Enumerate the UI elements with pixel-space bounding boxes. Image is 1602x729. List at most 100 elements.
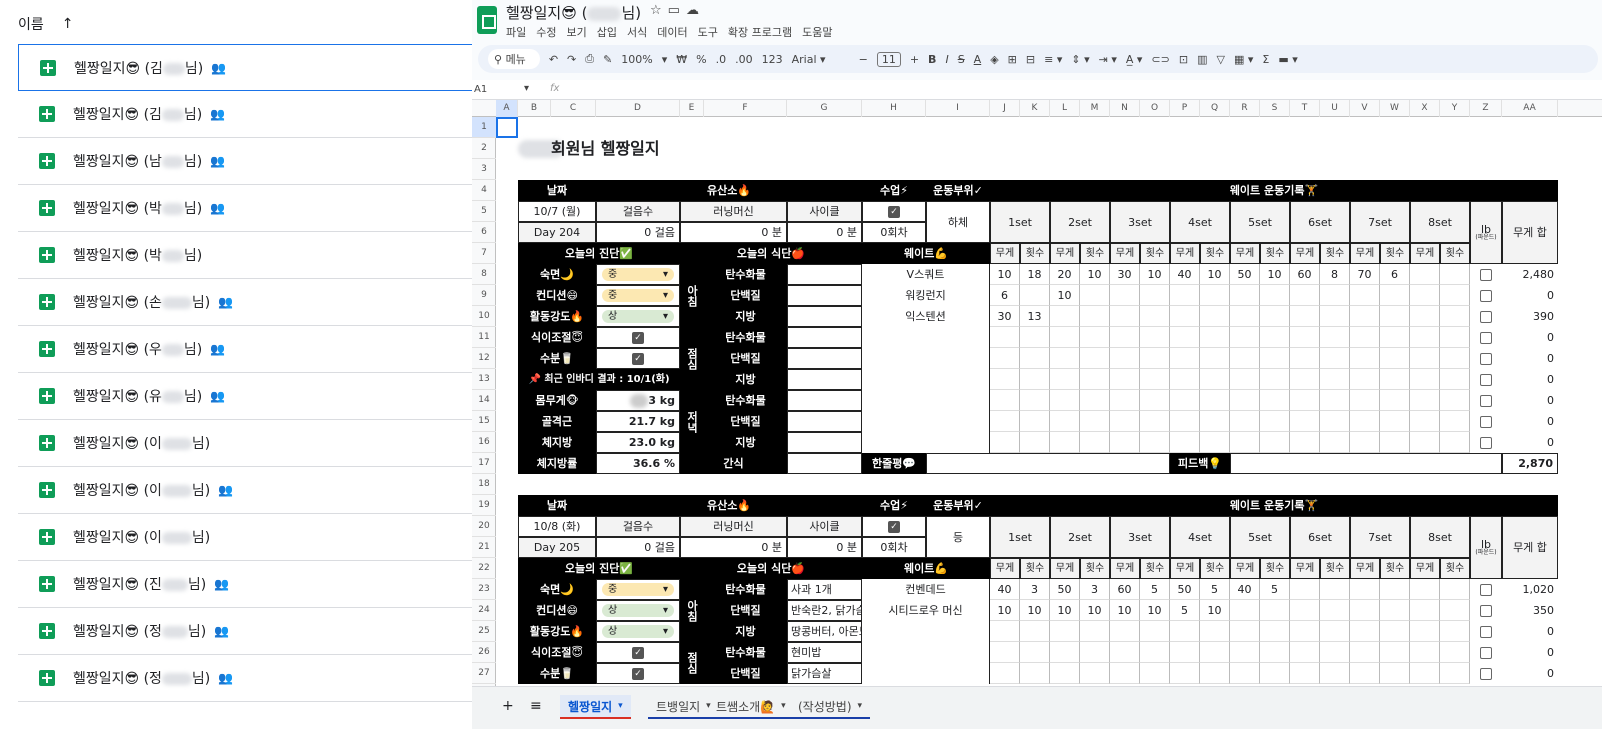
snack-label[interactable]: 간식 xyxy=(680,453,787,474)
column-header[interactable]: W xyxy=(1380,100,1410,117)
set-value[interactable] xyxy=(1290,621,1320,642)
set-value[interactable] xyxy=(1050,642,1080,663)
set-value[interactable] xyxy=(1320,432,1350,453)
reps-col-header[interactable]: 횟수 xyxy=(1320,558,1350,579)
part-value[interactable]: 하체 xyxy=(926,201,990,243)
set-value[interactable] xyxy=(1440,327,1470,348)
exercise-name[interactable] xyxy=(862,411,990,432)
lb-checkbox-cell[interactable] xyxy=(1470,285,1502,306)
set-value[interactable] xyxy=(1080,663,1110,684)
set-value[interactable] xyxy=(1110,411,1140,432)
lb-checkbox-cell[interactable] xyxy=(1470,264,1502,285)
meal-value[interactable] xyxy=(787,306,862,327)
row-header[interactable]: 25 xyxy=(472,621,496,642)
weight-col-header[interactable]: 무게 xyxy=(1050,243,1080,264)
column-header[interactable]: K xyxy=(1020,100,1050,117)
chevron-down-icon[interactable]: ▾ xyxy=(858,701,863,711)
set-value[interactable]: 60 xyxy=(1290,264,1320,285)
diag-label-water[interactable]: 수분🥛 xyxy=(518,348,596,369)
file-row[interactable]: 헬짱일지😎 (김 님) 👥 xyxy=(18,91,480,138)
set-value[interactable] xyxy=(1410,621,1440,642)
row-header[interactable]: 5 xyxy=(472,201,496,222)
input-tools-icon[interactable]: ▬ ▾ xyxy=(1278,53,1297,66)
weight-col-header[interactable]: 무게 xyxy=(1290,558,1320,579)
meal-value[interactable] xyxy=(787,264,862,285)
filter-views-icon[interactable]: ▦ ▾ xyxy=(1234,53,1253,66)
cycle-value[interactable]: 0 분 xyxy=(787,222,862,243)
set-value[interactable] xyxy=(990,432,1020,453)
set-value[interactable] xyxy=(1290,663,1320,684)
class-header[interactable]: 수업⚡ xyxy=(862,180,926,201)
diag-label-sleep[interactable]: 숙면🌙 xyxy=(518,264,596,285)
set-value[interactable]: 18 xyxy=(1020,264,1050,285)
exercise-name[interactable] xyxy=(862,663,990,684)
set-value[interactable] xyxy=(1230,663,1260,684)
meal-value[interactable] xyxy=(787,390,862,411)
set-value[interactable] xyxy=(1080,348,1110,369)
diag-value-cell[interactable]: ✓ xyxy=(596,663,680,684)
diag-label-diet_ctrl[interactable]: 식이조절😇 xyxy=(518,327,596,348)
column-header[interactable]: Y xyxy=(1440,100,1470,117)
diag-label-intensity[interactable]: 활동강도🔥 xyxy=(518,621,596,642)
file-row[interactable]: 헬짱일지😎 (김 님) 👥 xyxy=(18,44,480,91)
diag-value-cell[interactable]: ✓ xyxy=(596,327,680,348)
class-checkbox-cell[interactable]: ✓ xyxy=(862,201,926,222)
dropdown-chip[interactable]: 상 ▾ xyxy=(602,310,674,323)
meal-value[interactable]: 사과 1개 xyxy=(787,579,862,600)
set-value[interactable] xyxy=(1170,285,1200,306)
set-value[interactable] xyxy=(1230,390,1260,411)
set-value[interactable] xyxy=(1440,285,1470,306)
cycle-value[interactable]: 0 분 xyxy=(787,537,862,558)
meal-value[interactable]: 반숙란2, 닭가슴살 xyxy=(787,600,862,621)
number-format-button[interactable]: 123 xyxy=(762,53,783,66)
set-value[interactable] xyxy=(1380,390,1410,411)
set-value[interactable] xyxy=(1050,327,1080,348)
set-value[interactable] xyxy=(1350,579,1380,600)
checkbox-checked[interactable]: ✓ xyxy=(632,331,644,344)
part-header[interactable]: 운동부위✓ xyxy=(926,180,990,201)
weight-sum[interactable]: 0 xyxy=(1502,285,1558,306)
set-value[interactable] xyxy=(1350,411,1380,432)
set-value[interactable] xyxy=(1170,663,1200,684)
set-value[interactable] xyxy=(1230,432,1260,453)
column-header[interactable]: J xyxy=(990,100,1020,117)
treadmill-value[interactable]: 0 분 xyxy=(680,537,787,558)
macro-label[interactable]: 단백질 xyxy=(704,663,787,684)
set-value[interactable]: 5 xyxy=(1140,579,1170,600)
weight-col-header[interactable]: 무게 xyxy=(1110,558,1140,579)
set-value[interactable] xyxy=(1170,306,1200,327)
set-value[interactable] xyxy=(1260,369,1290,390)
set-value[interactable] xyxy=(1200,348,1230,369)
file-row[interactable]: 헬짱일지😎 (이 님) 👥 xyxy=(18,467,480,514)
menu-item[interactable]: 수정 xyxy=(536,24,556,40)
set-value[interactable] xyxy=(1110,306,1140,327)
cardio-header[interactable]: 유산소🔥 xyxy=(596,495,862,516)
rotate-icon[interactable]: A̲ ▾ xyxy=(1126,53,1143,66)
set-value[interactable] xyxy=(1020,642,1050,663)
decrease-decimal-button[interactable]: .0 xyxy=(716,53,727,66)
set-value[interactable] xyxy=(1050,306,1080,327)
set-value[interactable] xyxy=(1050,432,1080,453)
redo-icon[interactable]: ↷ xyxy=(567,53,576,66)
set-value[interactable] xyxy=(1350,348,1380,369)
column-header[interactable]: P xyxy=(1170,100,1200,117)
font-size-input[interactable]: 11 xyxy=(876,51,901,67)
set-value[interactable] xyxy=(1290,432,1320,453)
file-name[interactable]: 헬짱일지😎 (정 님) xyxy=(73,668,210,688)
set-value[interactable] xyxy=(1140,621,1170,642)
exercise-name[interactable] xyxy=(862,621,990,642)
meal-label-breakfast[interactable]: 아침 xyxy=(680,264,704,327)
set-value[interactable] xyxy=(1260,642,1290,663)
tab-0[interactable]: 헬짱일지 ▾ xyxy=(560,695,631,719)
set-value[interactable] xyxy=(1260,348,1290,369)
reps-col-header[interactable]: 횟수 xyxy=(1080,243,1110,264)
set-value[interactable]: 10 xyxy=(1050,600,1080,621)
macro-label[interactable]: 지방 xyxy=(704,621,787,642)
column-header[interactable]: U xyxy=(1320,100,1350,117)
macro-label[interactable]: 탄수화물 xyxy=(704,390,787,411)
lb-checkbox-cell[interactable] xyxy=(1470,663,1502,684)
weight-sum[interactable]: 0 xyxy=(1502,327,1558,348)
set-value[interactable] xyxy=(1260,600,1290,621)
column-header[interactable]: L xyxy=(1050,100,1080,117)
set-header[interactable]: 7set xyxy=(1350,516,1410,558)
